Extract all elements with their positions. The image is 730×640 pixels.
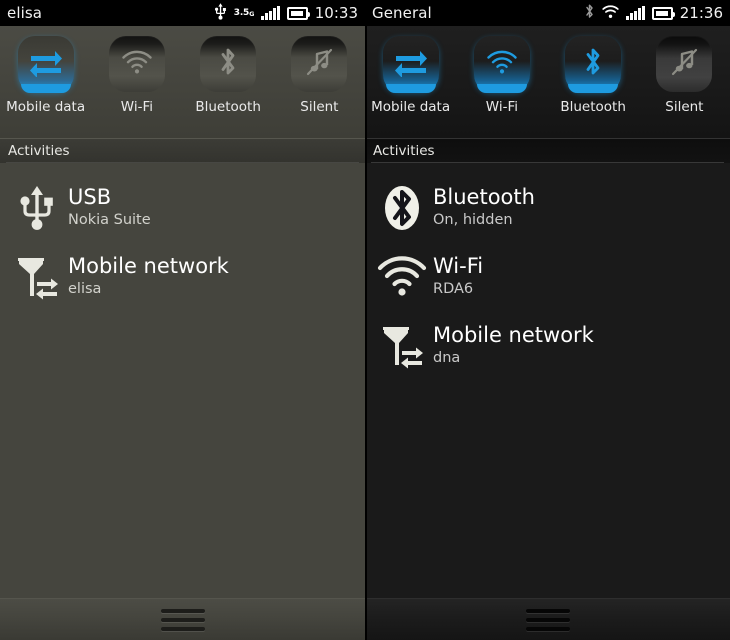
list-item-subtitle: dna <box>433 349 461 366</box>
status-operator-name: elisa <box>7 4 43 22</box>
usb-icon <box>6 184 68 232</box>
toggle-tile[interactable] <box>473 36 530 93</box>
status-bar-left: elisa 3.5 G 10:33 <box>0 0 365 26</box>
panel-right: General 21:36 Mobile data Wi-Fi Bluetoot… <box>365 0 730 640</box>
drag-handle-right[interactable] <box>365 598 730 640</box>
list-item-text: Bluetooth On, hidden <box>433 186 535 229</box>
wifi-icon <box>486 50 518 79</box>
drag-handle-left[interactable] <box>0 598 365 640</box>
status-bar-right: General 21:36 <box>365 0 730 26</box>
toggle-tile[interactable] <box>17 36 74 93</box>
list-item-text: Mobile network dna <box>433 324 594 367</box>
toggle-tile[interactable] <box>382 36 439 93</box>
activities-list-left: USB Nokia Suite Mobile network elisa <box>0 163 365 311</box>
list-item-subtitle: RDA6 <box>433 280 474 297</box>
toggle-label: Silent <box>665 99 704 115</box>
toggle-label: Wi-Fi <box>120 99 153 115</box>
status-indicators-left: 3.5 G 10:33 <box>214 2 365 24</box>
status-profile-name: General <box>372 4 432 22</box>
wifi-icon <box>121 50 153 79</box>
toggle-silent[interactable]: Silent <box>274 36 365 115</box>
list-item-title: Mobile network <box>68 254 229 279</box>
toggle-mobile-data[interactable]: Mobile data <box>0 36 91 115</box>
list-item-title: Mobile network <box>433 323 594 348</box>
mobile-network-icon <box>6 252 68 302</box>
toggle-wifi[interactable]: Wi-Fi <box>456 36 547 115</box>
list-item-text: Wi-Fi RDA6 <box>433 255 483 298</box>
bluetooth-badge-icon <box>371 182 433 234</box>
mobile-data-icon <box>394 47 428 81</box>
bluetooth-icon <box>217 46 239 82</box>
toggle-tile[interactable] <box>108 36 165 92</box>
wifi-icon <box>602 4 619 23</box>
quick-toggles-right: Mobile data Wi-Fi Bluetooth Silent <box>365 26 730 138</box>
list-item[interactable]: Bluetooth On, hidden <box>365 173 730 242</box>
toggle-label: Mobile data <box>6 99 86 115</box>
activities-header-right: Activities <box>365 138 730 163</box>
dual-screenshot: elisa 3.5 G 10:33 Mobile data Wi-Fi Blue… <box>0 0 730 640</box>
status-indicators-right: 21:36 <box>584 3 730 24</box>
mobile-network-icon <box>371 321 433 371</box>
activities-list-right: Bluetooth On, hidden Wi-Fi RDA6 Mobile n… <box>365 163 730 380</box>
toggle-tile[interactable] <box>291 36 348 92</box>
list-item-title: Bluetooth <box>433 185 535 210</box>
quick-toggles-left: Mobile data Wi-Fi Bluetooth Silent <box>0 26 365 138</box>
mobile-data-icon <box>29 47 63 81</box>
network-type-label: 3.5 G <box>233 7 255 18</box>
signal-bars-icon <box>261 5 280 20</box>
bluetooth-icon <box>582 46 604 82</box>
handle-bars-icon <box>525 608 570 631</box>
handle-bars-icon <box>160 608 205 631</box>
toggle-label: Bluetooth <box>560 99 626 115</box>
toggle-tile[interactable] <box>656 36 713 92</box>
activities-header-label: Activities <box>373 143 435 159</box>
status-clock: 10:33 <box>314 4 358 22</box>
list-item[interactable]: USB Nokia Suite <box>0 173 365 242</box>
toggle-bluetooth[interactable]: Bluetooth <box>548 36 639 115</box>
toggle-label: Silent <box>300 99 339 115</box>
list-item[interactable]: Mobile network dna <box>365 311 730 380</box>
silent-icon <box>304 47 334 81</box>
list-item-subtitle: On, hidden <box>433 211 513 228</box>
toggle-label: Wi-Fi <box>485 99 518 115</box>
toggle-tile[interactable] <box>565 36 622 93</box>
panel-left: elisa 3.5 G 10:33 Mobile data Wi-Fi Blue… <box>0 0 365 640</box>
activities-header-left: Activities <box>0 138 365 163</box>
status-clock: 21:36 <box>679 4 723 22</box>
wifi-icon <box>371 255 433 298</box>
list-item-text: Mobile network elisa <box>68 255 229 298</box>
list-item-subtitle: Nokia Suite <box>68 211 151 228</box>
bluetooth-icon <box>584 3 595 24</box>
list-item-title: Wi-Fi <box>433 254 484 279</box>
toggle-bluetooth[interactable]: Bluetooth <box>183 36 274 115</box>
toggle-mobile-data[interactable]: Mobile data <box>365 36 456 115</box>
list-item[interactable]: Wi-Fi RDA6 <box>365 242 730 311</box>
battery-icon <box>651 6 676 20</box>
toggle-tile[interactable] <box>200 36 257 92</box>
list-item[interactable]: Mobile network elisa <box>0 242 365 311</box>
list-item-subtitle: elisa <box>68 280 102 297</box>
toggle-silent[interactable]: Silent <box>639 36 730 115</box>
toggle-wifi[interactable]: Wi-Fi <box>91 36 182 115</box>
list-item-text: USB Nokia Suite <box>68 186 151 229</box>
toggle-label: Mobile data <box>371 99 451 115</box>
list-item-title: USB <box>68 185 112 210</box>
toggle-label: Bluetooth <box>195 99 261 115</box>
silent-icon <box>669 47 699 81</box>
usb-icon <box>214 2 227 24</box>
battery-icon <box>286 6 311 20</box>
signal-bars-icon <box>626 5 645 20</box>
activities-header-label: Activities <box>8 143 70 159</box>
